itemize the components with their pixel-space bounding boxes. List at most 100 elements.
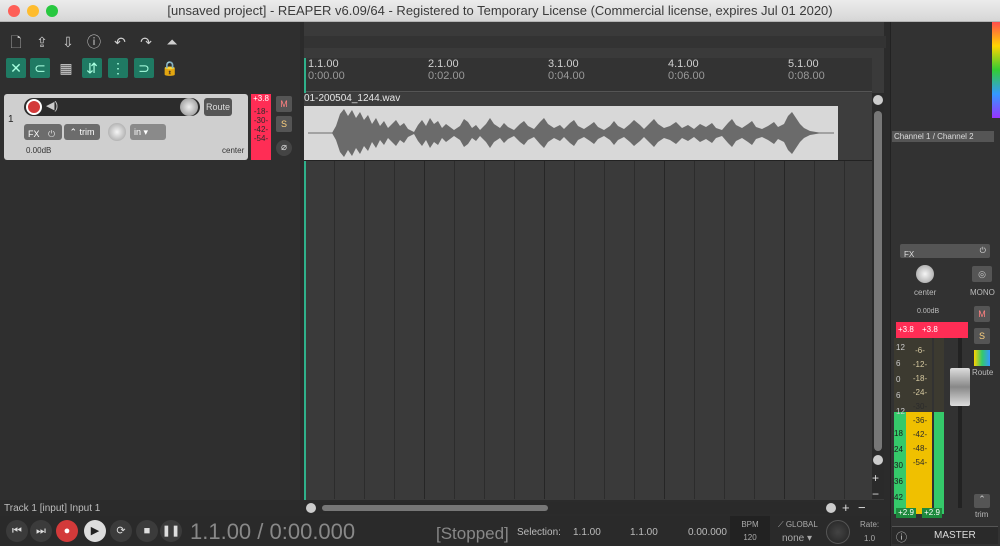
global-select[interactable]: none ▾ (782, 533, 812, 544)
trim-button[interactable]: ⌃ trim (64, 124, 100, 140)
metronome-icon[interactable]: ⏶ (162, 32, 182, 52)
auto-crossfade-icon[interactable]: ✕ (6, 58, 26, 78)
master-trim-icon[interactable]: ⌃ (974, 494, 990, 508)
scale-mark: 18 (894, 429, 903, 438)
master-pan-knob[interactable] (916, 265, 934, 283)
new-project-icon[interactable]: 🗋 (6, 32, 26, 52)
window-title: [unsaved project] - REAPER v6.09/64 - Re… (167, 3, 833, 18)
global-label-text: GLOBAL (785, 520, 818, 529)
bpm-label: BPM (741, 520, 759, 529)
selection-end[interactable]: 1.1.00 (630, 527, 658, 538)
master-mute-button[interactable]: M (974, 306, 990, 322)
play-button[interactable]: ▶ (84, 520, 106, 542)
position-display[interactable]: 1.1.00 / 0:00.000 (190, 519, 355, 545)
track-route-button[interactable]: Route (204, 98, 232, 116)
master-fx-power-icon: ⏻ (979, 246, 986, 255)
scale-mark: 6 (896, 391, 901, 400)
meter-mark: -18- (253, 107, 269, 116)
horizontal-scrollbar[interactable] (304, 502, 840, 514)
track-mute-button[interactable]: M (276, 96, 292, 112)
speaker-icon[interactable]: ◀) (46, 99, 58, 112)
scroll-up-button[interactable] (873, 95, 883, 105)
scroll-down-button[interactable] (873, 455, 883, 465)
snap-magnet-icon[interactable]: ⊃ (134, 58, 154, 78)
open-project-icon[interactable]: ⇪ (32, 32, 52, 52)
fx-label: FX (28, 129, 40, 139)
master-scale-mid: -6- -12- -18- -24- -30- -36- -42- -48- -… (906, 344, 934, 470)
bpm-box[interactable]: BPM 120 (730, 516, 770, 546)
snap-grid-icon[interactable]: ⋮ (108, 58, 128, 78)
ripple-edit-icon[interactable]: ⇵ (82, 58, 102, 78)
grid-icon[interactable]: ▦ (56, 58, 76, 78)
go-to-start-icon[interactable]: ⏮ (6, 520, 28, 542)
mono-icon[interactable]: ◎ (972, 266, 992, 282)
master-route-icon[interactable] (974, 350, 990, 366)
rate-label: Rate: (860, 520, 880, 529)
mono-label: MONO (970, 288, 995, 297)
pan-knob[interactable] (108, 123, 126, 141)
master-routing-select[interactable]: Channel 1 / Channel 2 (892, 131, 994, 142)
fx-button[interactable]: FX ⏻ (24, 124, 62, 140)
vertical-scroll-thumb[interactable] (874, 111, 882, 451)
meter-mark: -54- (253, 134, 269, 143)
track-volume-readout: 0.00dB (26, 146, 52, 155)
ruler-mark: 2.1.00 0:02.00 (428, 58, 465, 82)
record-button[interactable]: ● (56, 520, 78, 542)
zoom-out-icon[interactable]: − (872, 487, 879, 501)
selection-start[interactable]: 1.1.00 (573, 527, 601, 538)
record-arm-button[interactable] (26, 99, 42, 115)
master-fader-track (958, 338, 962, 508)
item-grouping-icon[interactable]: ⊂ (30, 58, 50, 78)
redo-icon[interactable]: ↷ (136, 32, 156, 52)
scroll-right-button[interactable] (826, 503, 836, 513)
master-fx-button[interactable]: FX ⏻ (900, 244, 990, 259)
ruler-bar: 4.1.00 (668, 58, 699, 70)
rate-value: 1.0 (864, 534, 876, 543)
master-info-icon[interactable]: ⓘ (896, 529, 907, 545)
ruler-mark: 1.1.00 0:00.00 (308, 58, 345, 82)
go-to-end-icon[interactable]: ⏭ (30, 520, 52, 542)
undo-icon[interactable]: ↶ (110, 32, 130, 52)
master-name: MASTER (934, 530, 976, 541)
selection-length[interactable]: 0.00.000 (688, 527, 727, 538)
master-solo-button[interactable]: S (974, 328, 990, 344)
track-panel: 1 ◀) Route FX ⏻ ⌃ trim in ▾ 0.00dB cente… (4, 94, 248, 160)
media-item-name: 01-200504_1244.wav (304, 93, 401, 104)
volume-knob[interactable] (180, 98, 198, 116)
media-item[interactable] (304, 106, 838, 160)
lock-icon[interactable]: 🔒 (160, 58, 180, 78)
phase-icon[interactable]: ⌀ (276, 140, 292, 156)
scale-mark: -24- (912, 388, 928, 397)
loop-icon[interactable]: ⟳ (110, 520, 132, 542)
pause-button[interactable]: ❚❚ (160, 520, 182, 542)
ruler-time: 0:06.00 (668, 70, 705, 82)
scale-mark: -54- (912, 458, 928, 467)
ruler-time: 0:02.00 (428, 70, 465, 82)
rate-knob[interactable] (826, 520, 850, 544)
track-solo-button[interactable]: S (276, 116, 292, 132)
meter-mark: -30- (253, 116, 269, 125)
timeline-header-strip (304, 36, 886, 48)
scroll-left-button[interactable] (306, 503, 316, 513)
horizontal-scroll-thumb[interactable] (322, 505, 548, 511)
zoom-in-icon[interactable]: + (872, 471, 879, 485)
scale-mark: -48- (912, 444, 928, 453)
stop-button[interactable]: ■ (136, 520, 158, 542)
track-meter: +3.8 -18- -30- -42- -54- (251, 94, 271, 160)
h-zoom-out-icon[interactable]: − (858, 500, 866, 515)
vertical-scrollbar[interactable]: + − (872, 93, 884, 501)
master-peak-bar: +3.8 +3.8 (896, 322, 968, 338)
timeline-ruler[interactable] (304, 58, 872, 92)
scale-mark: 12 (896, 407, 905, 416)
scale-mark: 24 (894, 445, 903, 454)
save-project-icon[interactable]: ⇩ (58, 32, 78, 52)
master-trim-label: trim (975, 510, 989, 519)
master-scale-left: 12 6 0 6 12 (896, 340, 905, 420)
color-strip (992, 22, 1000, 118)
info-icon[interactable]: ⓘ (84, 32, 104, 52)
input-select[interactable]: in ▾ (130, 124, 166, 140)
master-meter-right (934, 338, 944, 514)
power-icon: ⏻ (47, 129, 56, 139)
master-fader-handle[interactable] (950, 368, 970, 406)
h-zoom-in-icon[interactable]: + (842, 500, 850, 515)
